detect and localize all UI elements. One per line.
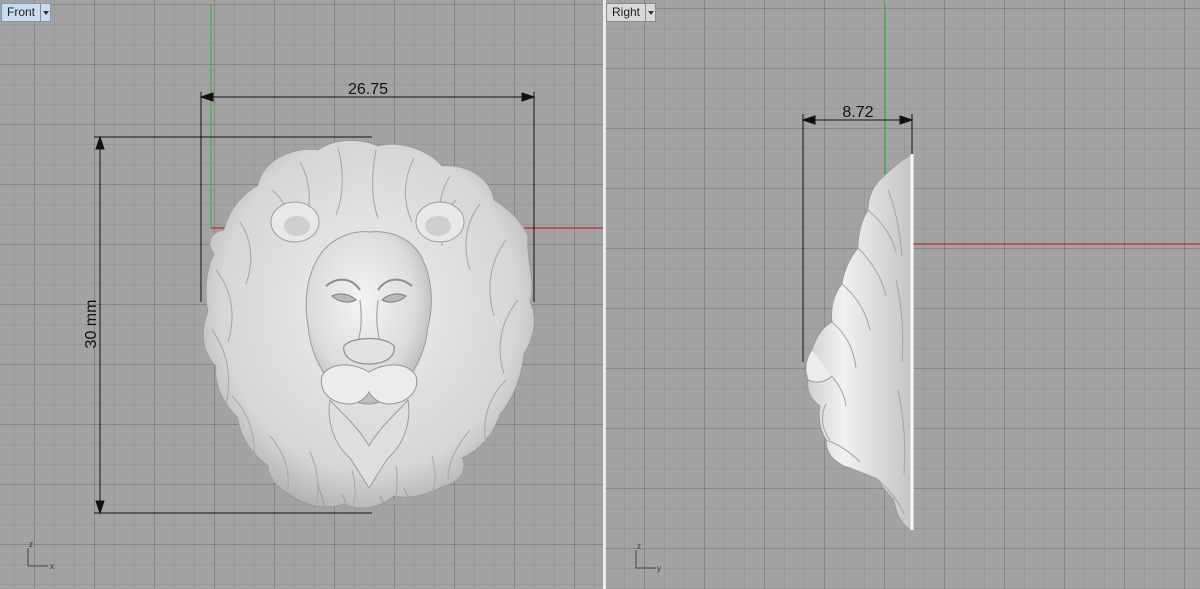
dimension-height-label: 30 mm bbox=[83, 300, 100, 349]
chevron-down-icon[interactable] bbox=[645, 4, 655, 21]
axis-label-vertical: z bbox=[637, 542, 641, 551]
dimension-depth-label: 8.72 bbox=[842, 104, 873, 121]
axis-gizmo-icon bbox=[635, 550, 656, 569]
viewport-right[interactable]: 8.72 z y bbox=[606, 0, 1200, 589]
right-viewport-canvas: 8.72 z y bbox=[635, 4, 1200, 573]
dimension-width-label: 26.75 bbox=[348, 81, 388, 98]
viewport-front[interactable]: 26.75 30 mm z x bbox=[0, 0, 603, 589]
axis-gizmo-icon bbox=[27, 548, 48, 567]
viewport-tab-right-label[interactable]: Right bbox=[607, 4, 645, 21]
viewport-tab-right[interactable]: Right bbox=[606, 3, 657, 22]
rhino-workspace: 26.75 30 mm z x 8.72 z y Front Right bbox=[0, 0, 1200, 589]
lion-head-front-model bbox=[202, 140, 535, 515]
viewport-tab-front-label[interactable]: Front bbox=[2, 4, 40, 21]
chevron-down-icon[interactable] bbox=[40, 4, 50, 21]
axis-label-horizontal: y bbox=[657, 564, 661, 573]
viewport-tab-front[interactable]: Front bbox=[1, 3, 52, 22]
front-viewport-canvas: 26.75 30 mm z x bbox=[27, 4, 603, 571]
lion-head-side-model bbox=[805, 153, 914, 531]
axis-label-vertical: z bbox=[29, 540, 33, 549]
axis-label-horizontal: x bbox=[50, 562, 54, 571]
